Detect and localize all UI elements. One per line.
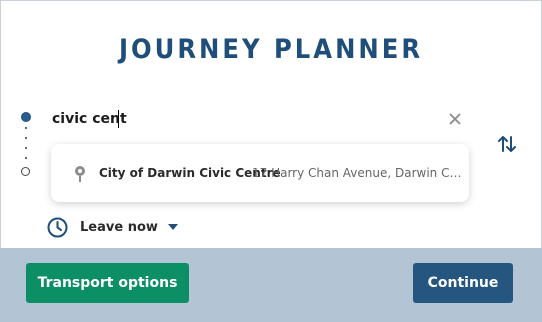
suggestions-dropdown: City of Darwin Civic Centre 17 Harry Cha… (51, 144, 469, 202)
close-icon (449, 113, 461, 125)
route-dot (25, 157, 27, 159)
swap-locations-button[interactable] (496, 133, 518, 155)
origin-input[interactable] (52, 108, 432, 130)
text-caret (118, 110, 119, 128)
route-dot (25, 127, 27, 129)
suggestion-address: 17 Harry Chan Avenue, Darwin City, ... (252, 166, 462, 180)
chevron-down-icon (167, 224, 178, 230)
suggestion-item[interactable]: City of Darwin Civic Centre 17 Harry Cha… (51, 144, 469, 202)
clock-icon (47, 217, 68, 237)
origin-marker-icon (21, 112, 31, 122)
leave-time-label: Leave now (80, 219, 158, 235)
location-pin-icon (75, 166, 85, 182)
page-title: JOURNEY PLANNER (118, 34, 424, 65)
leave-time-selector[interactable]: Leave now (47, 216, 178, 238)
destination-marker-icon (21, 167, 30, 176)
swap-icon (498, 136, 516, 152)
continue-button[interactable]: Continue (413, 263, 513, 303)
clear-button[interactable] (446, 110, 464, 128)
route-dot (25, 147, 27, 149)
transport-options-button[interactable]: Transport options (26, 263, 189, 303)
route-dot (25, 137, 27, 139)
